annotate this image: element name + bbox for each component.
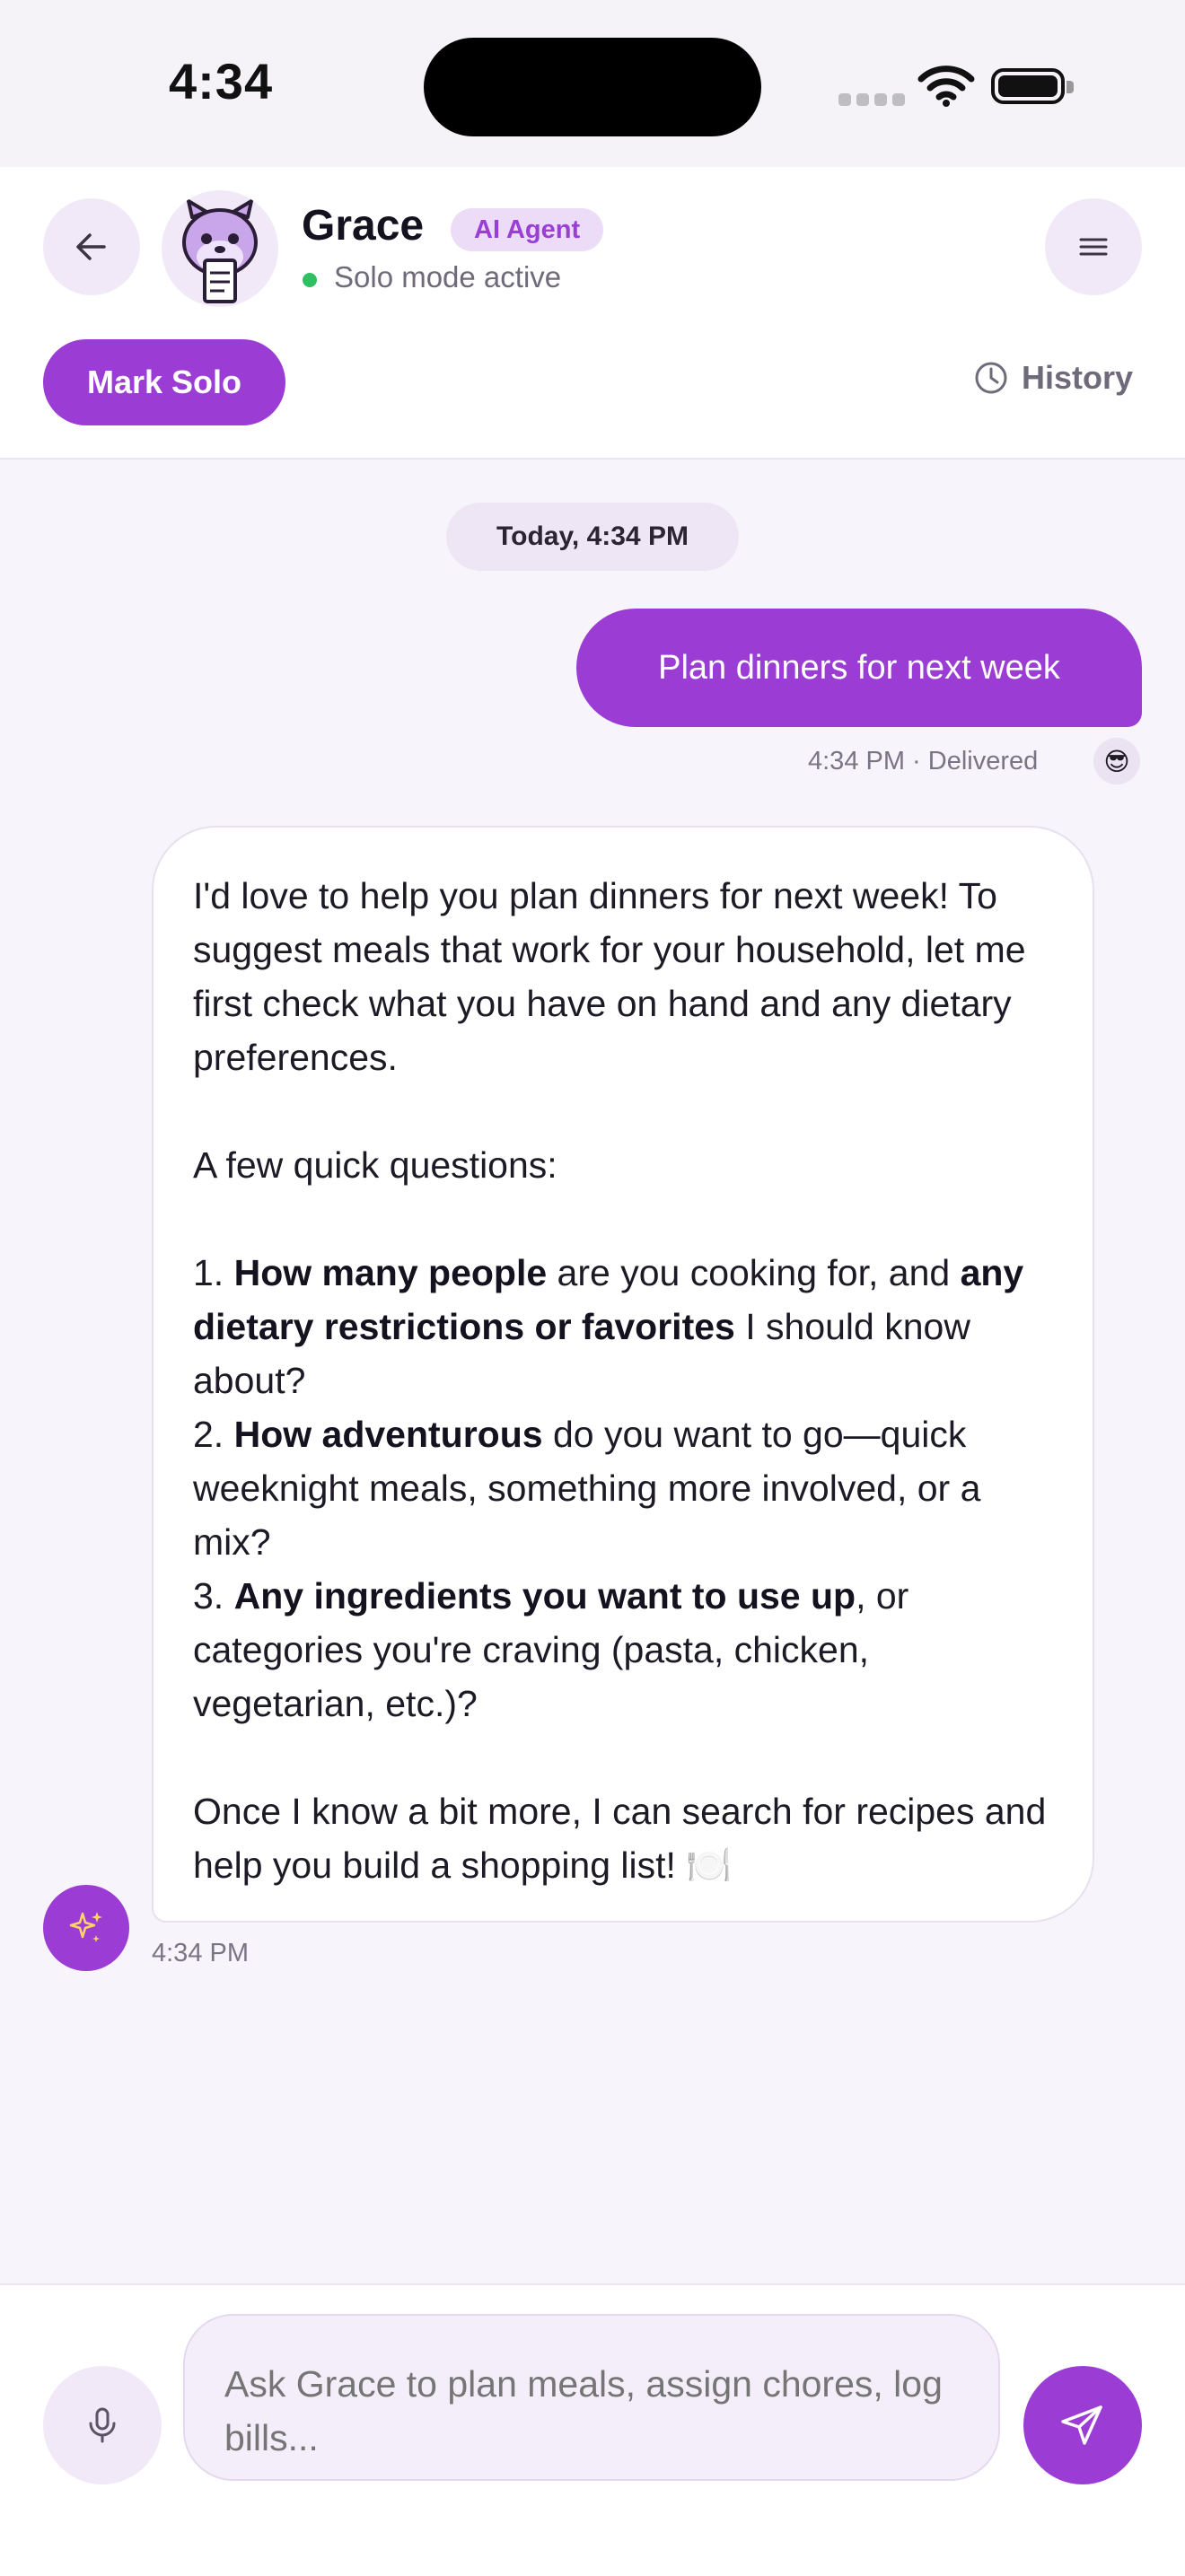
assistant-message-bubble[interactable]: I'd love to help you plan dinners for ne…: [152, 826, 1094, 1923]
assistant-avatar: [43, 1885, 129, 1971]
ai-agent-badge: AI Agent: [451, 208, 604, 251]
chat-header: Grace AI Agent Solo mode active Mark Sol…: [0, 167, 1185, 460]
history-label: History: [1022, 359, 1134, 396]
question-2: 2. How adventurous do you want to go—qui…: [193, 1414, 981, 1563]
dynamic-island: [424, 38, 761, 136]
agent-name: Grace: [302, 202, 425, 250]
message-delivery-status: 4:34 PM · Delivered: [808, 747, 1039, 775]
clock-icon: [975, 362, 1007, 394]
voice-input-button[interactable]: [43, 2366, 162, 2484]
questions-heading: A few quick questions:: [193, 1144, 557, 1186]
question-3: 3. Any ingredients you want to use up, o…: [193, 1575, 909, 1724]
menu-button[interactable]: [1045, 198, 1142, 295]
microphone-icon: [89, 2407, 116, 2443]
agent-avatar: [162, 190, 278, 307]
send-icon: [1061, 2405, 1102, 2445]
date-divider: Today, 4:34 PM: [446, 503, 739, 571]
history-button[interactable]: History: [973, 359, 1133, 397]
hamburger-menu-icon: [1079, 238, 1108, 256]
message-composer: [0, 2283, 1185, 2576]
online-status-dot: [303, 273, 317, 287]
wifi-icon: [917, 66, 975, 107]
assistant-message-time: 4:34 PM: [152, 1939, 249, 1967]
message-intro: I'd love to help you plan dinners for ne…: [193, 875, 1026, 1078]
squirrel-avatar-icon: [182, 199, 258, 303]
battery-icon: [991, 68, 1074, 104]
status-bar: 4:34: [0, 0, 1185, 167]
agent-status-text: Solo mode active: [334, 260, 562, 294]
sparkles-icon: [69, 1912, 102, 1942]
back-button[interactable]: [43, 198, 140, 295]
send-button[interactable]: [1023, 2366, 1142, 2484]
message-closing: Once I know a bit more, I can search for…: [193, 1791, 1047, 1886]
user-message-bubble[interactable]: Plan dinners for next week: [576, 609, 1142, 727]
status-time: 4:34: [169, 53, 274, 110]
sender-avatar-emoji: 😎: [1093, 738, 1140, 784]
arrow-left-icon: [76, 233, 106, 260]
question-1: 1. How many people are you cooking for, …: [193, 1252, 1024, 1401]
mark-solo-button[interactable]: Mark Solo: [43, 339, 285, 425]
cellular-signal-icon: [838, 93, 910, 110]
message-input[interactable]: [183, 2314, 1000, 2481]
